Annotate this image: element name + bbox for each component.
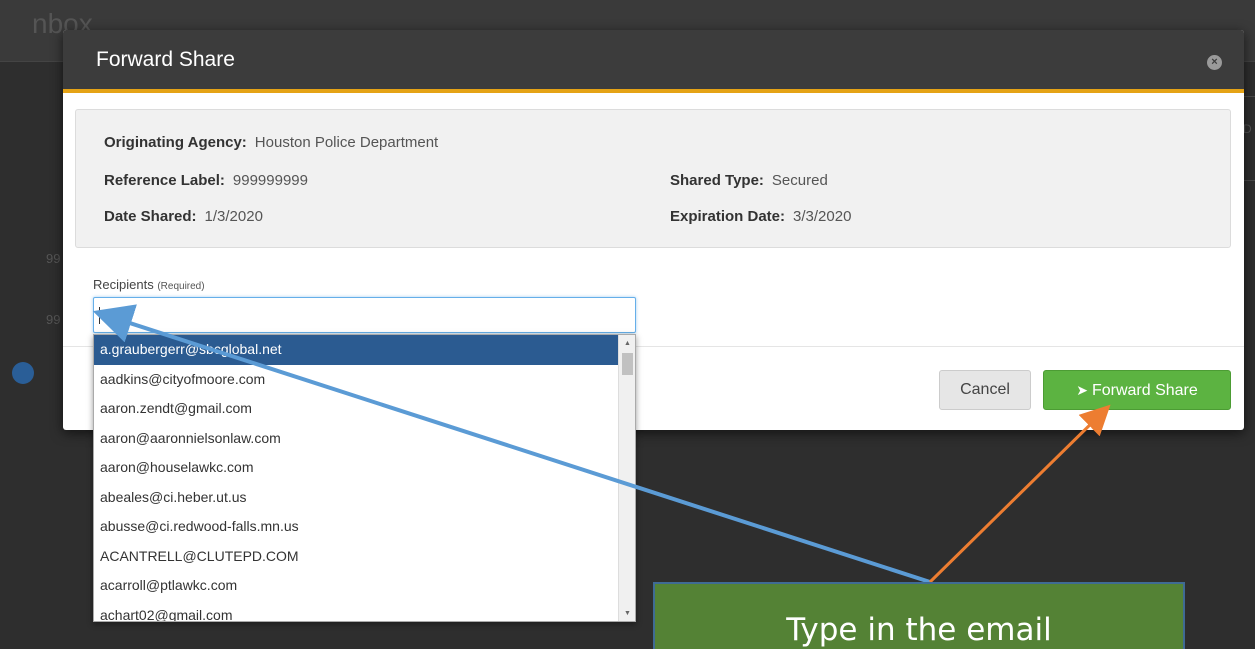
- expiration-date-label: Expiration Date:: [670, 208, 786, 225]
- autocomplete-option[interactable]: acarroll@ptlawkc.com: [94, 571, 619, 601]
- share-info-panel: Originating Agency: Houston Police Depart…: [75, 109, 1231, 248]
- background-row-text: 99: [46, 312, 61, 327]
- annotation-callout: Type in the email: [653, 582, 1185, 649]
- autocomplete-option[interactable]: abeales@ci.heber.ut.us: [94, 483, 619, 513]
- cancel-button[interactable]: Cancel: [939, 370, 1031, 410]
- autocomplete-list: a.graubergerr@sbcglobal.net aadkins@cityo…: [94, 335, 619, 622]
- required-note: (Required): [157, 281, 205, 292]
- modal-title: Forward Share: [96, 48, 235, 71]
- autocomplete-option[interactable]: aaron@houselawkc.com: [94, 453, 619, 483]
- date-shared-value: 1/3/2020: [204, 208, 263, 225]
- scrollbar-thumb[interactable]: [622, 353, 633, 375]
- originating-agency-value: Houston Police Department: [254, 134, 439, 151]
- date-shared: Date Shared: 1/3/2020: [104, 208, 263, 225]
- forward-share-label: Forward Share: [1091, 382, 1198, 399]
- originating-agency-label: Originating Agency:: [104, 134, 247, 151]
- reference-label-value: 999999999: [232, 172, 308, 189]
- recipients-label: Recipients (Required): [93, 277, 205, 292]
- autocomplete-option[interactable]: aaron.zendt@gmail.com: [94, 394, 619, 424]
- shared-type: Shared Type: Secured: [670, 172, 828, 189]
- autocomplete-option[interactable]: ACANTRELL@CLUTEPD.COM: [94, 542, 619, 572]
- recipients-autocomplete-dropdown[interactable]: a.graubergerr@sbcglobal.net aadkins@cityo…: [93, 334, 636, 622]
- recipients-input[interactable]: [93, 297, 636, 333]
- scroll-down-icon[interactable]: ▼: [619, 607, 635, 621]
- autocomplete-option[interactable]: aaron@aaronnielsonlaw.com: [94, 424, 619, 454]
- forward-share-button[interactable]: ➤ Forward Share: [1043, 370, 1231, 410]
- close-icon[interactable]: ×: [1207, 55, 1222, 70]
- recipients-label-text: Recipients: [93, 277, 154, 292]
- expiration-date: Expiration Date: 3/3/2020: [670, 208, 851, 225]
- reference-label: Reference Label: 999999999: [104, 172, 308, 189]
- autocomplete-option[interactable]: achart02@gmail.com: [94, 601, 619, 622]
- shared-type-value: Secured: [771, 172, 828, 189]
- modal-header: Forward Share ×: [63, 30, 1244, 93]
- paper-plane-icon: ➤: [1076, 382, 1088, 398]
- text-caret: [99, 307, 100, 324]
- autocomplete-option[interactable]: aadkins@cityofmoore.com: [94, 365, 619, 395]
- annotation-text: Type in the email: [786, 612, 1052, 648]
- autocomplete-option[interactable]: abusse@ci.redwood-falls.mn.us: [94, 512, 619, 542]
- autocomplete-option[interactable]: a.graubergerr@sbcglobal.net: [94, 335, 619, 365]
- date-shared-label: Date Shared:: [104, 208, 197, 225]
- reference-label-label: Reference Label:: [104, 172, 225, 189]
- background-pager-icon: [12, 362, 34, 384]
- background-right-text: D: [1243, 122, 1252, 136]
- scroll-up-icon[interactable]: ▲: [619, 337, 635, 351]
- background-row-text: 99: [46, 251, 61, 266]
- dropdown-scrollbar[interactable]: ▲ ▼: [618, 335, 635, 621]
- expiration-date-value: 3/3/2020: [793, 208, 852, 225]
- shared-type-label: Shared Type:: [670, 172, 764, 189]
- originating-agency: Originating Agency: Houston Police Depart…: [104, 134, 438, 151]
